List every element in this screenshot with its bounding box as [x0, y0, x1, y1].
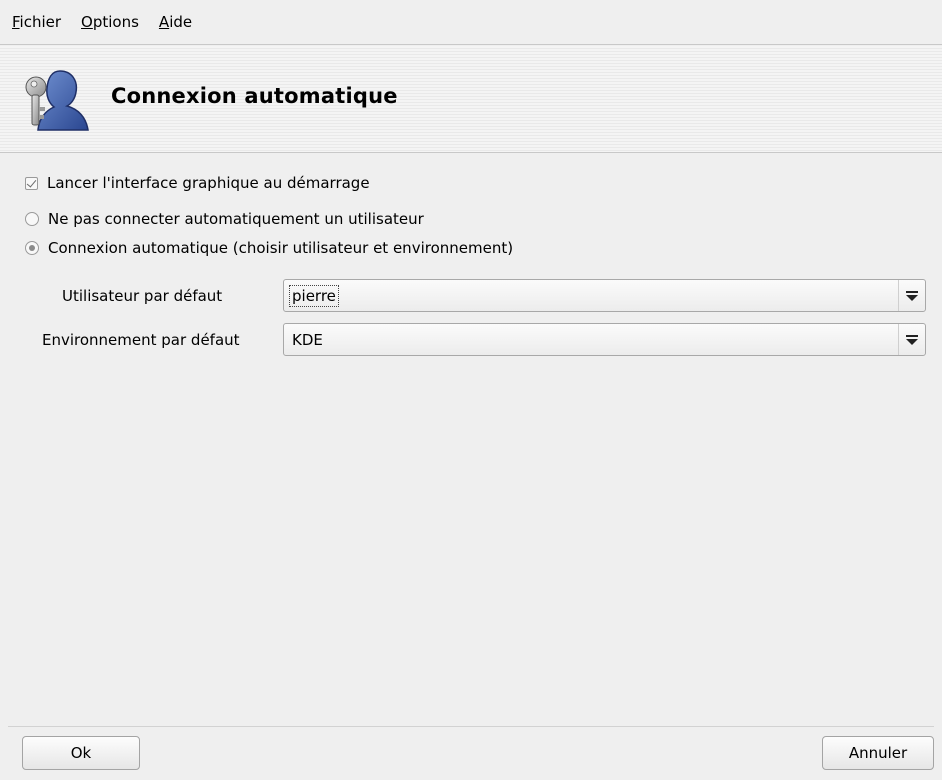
user-combobox[interactable]: pierre [283, 279, 926, 312]
no-autologin-option[interactable]: Ne pas connecter automatiquement un util… [25, 210, 424, 228]
user-combobox-value: pierre [289, 285, 339, 307]
environment-combobox[interactable]: KDE [283, 323, 926, 356]
autologin-label: Connexion automatique (choisir utilisate… [48, 239, 514, 257]
radio-selected-dot [29, 245, 35, 251]
menu-aide-accel: A [158, 13, 170, 31]
menu-aide[interactable]: Aide [157, 13, 194, 31]
checkmark-icon [26, 176, 37, 188]
launch-gui-option[interactable]: Lancer l'interface graphique au démarrag… [25, 174, 370, 192]
environment-field-label: Environnement par défaut [42, 331, 240, 349]
menu-options-label: ptions [92, 13, 139, 31]
menu-options-accel: O [81, 13, 93, 31]
autologin-option[interactable]: Connexion automatique (choisir utilisate… [25, 239, 513, 257]
menu-bar: Fichier Options Aide [0, 0, 942, 45]
menu-fichier-accel: F [12, 13, 20, 31]
launch-gui-checkbox[interactable] [25, 176, 38, 190]
menu-fichier[interactable]: Fichier [10, 13, 63, 31]
cancel-button[interactable]: Annuler [822, 736, 934, 770]
no-autologin-label: Ne pas connecter automatiquement un util… [48, 210, 424, 228]
menu-aide-label: ide [169, 13, 193, 31]
menu-options[interactable]: Options [79, 13, 141, 31]
launch-gui-label: Lancer l'interface graphique au démarrag… [47, 174, 370, 192]
user-field-label: Utilisateur par défaut [62, 287, 223, 305]
autologin-radio[interactable] [25, 241, 39, 255]
environment-combobox-value: KDE [292, 331, 323, 349]
no-autologin-radio[interactable] [25, 212, 39, 226]
header-banner: Connexion automatique [0, 46, 942, 153]
dropdown-arrow-icon[interactable] [898, 280, 925, 311]
ok-button[interactable]: Ok [22, 736, 140, 770]
page-title: Connexion automatique [111, 84, 398, 108]
user-key-icon [25, 70, 89, 131]
footer-divider [8, 726, 934, 727]
dropdown-arrow-icon[interactable] [898, 324, 925, 355]
menu-fichier-label: ichier [19, 13, 62, 31]
